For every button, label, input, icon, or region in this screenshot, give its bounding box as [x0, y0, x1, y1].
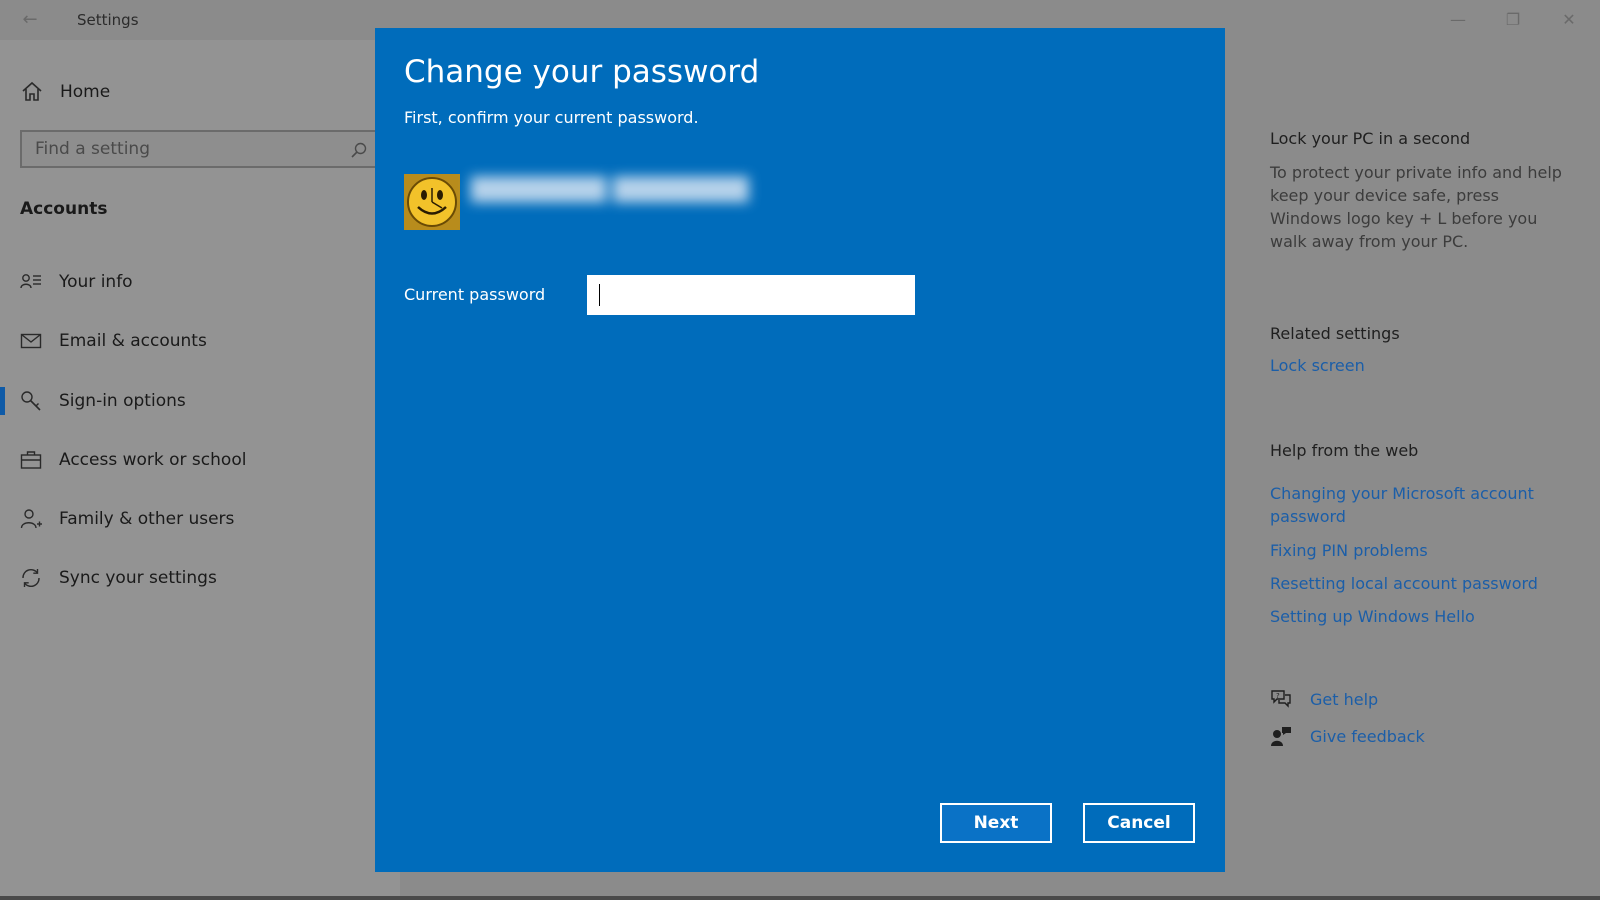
give-feedback-label: Give feedback	[1310, 726, 1425, 746]
help-heading: Help from the web	[1270, 441, 1419, 460]
current-password-label: Current password	[404, 285, 546, 304]
home-icon	[22, 81, 42, 101]
change-password-dialog: Change your password First, confirm your…	[375, 28, 1225, 872]
back-button[interactable]: ←	[14, 8, 46, 32]
sync-icon	[22, 568, 40, 588]
section-title: Accounts	[20, 199, 108, 219]
smiley-avatar-icon	[404, 174, 460, 230]
sidebar-item-label: Sync your settings	[59, 568, 217, 588]
app-title: Settings	[77, 11, 139, 29]
lock-description: To protect your private info and help ke…	[1270, 163, 1562, 251]
person-add-icon	[20, 509, 42, 529]
avatar	[404, 174, 460, 230]
sidebar-item-label: Email & accounts	[59, 331, 207, 351]
feedback-icon	[1271, 727, 1291, 746]
home-nav-item[interactable]: Home	[20, 78, 110, 106]
svg-text:?: ?	[1276, 692, 1280, 700]
help-link-reset-local-password[interactable]: Resetting local account password	[1270, 572, 1560, 595]
sidebar-item-sign-in-options[interactable]: Sign-in options	[0, 381, 400, 421]
lock-heading: Lock your PC in a second	[1270, 129, 1471, 148]
bottom-edge	[0, 896, 1600, 900]
account-name-blurred: ████████ ████████	[471, 178, 749, 203]
help-link-change-ms-password[interactable]: Changing your Microsoft account password	[1270, 482, 1560, 528]
search-input[interactable]: Find a setting	[20, 130, 380, 168]
search-icon[interactable]	[350, 141, 368, 159]
briefcase-icon	[20, 451, 42, 469]
sidebar-item-your-info[interactable]: Your info	[0, 262, 400, 302]
search-placeholder: Find a setting	[35, 139, 150, 159]
dialog-subtitle: First, confirm your current password.	[404, 108, 699, 127]
sidebar-item-family-other-users[interactable]: Family & other users	[0, 499, 400, 539]
key-icon	[21, 391, 41, 411]
sidebar-item-access-work-school[interactable]: Access work or school	[0, 440, 400, 480]
lock-screen-link[interactable]: Lock screen	[1270, 354, 1560, 377]
chat-help-icon: ?	[1271, 690, 1291, 708]
sidebar-item-label: Your info	[59, 272, 133, 292]
text-caret	[599, 284, 600, 306]
minimize-button[interactable]: —	[1435, 6, 1481, 34]
mail-icon	[20, 333, 42, 349]
dialog-title: Change your password	[404, 54, 760, 90]
cancel-button[interactable]: Cancel	[1083, 803, 1195, 843]
your-info-icon	[20, 274, 41, 289]
restore-button[interactable]: ❐	[1490, 6, 1536, 34]
settings-window: ← Settings — ❐ ✕ Home Find a setting Acc…	[0, 0, 1600, 900]
get-help-label: Get help	[1310, 689, 1379, 709]
close-button[interactable]: ✕	[1546, 6, 1592, 34]
help-link-fixing-pin[interactable]: Fixing PIN problems	[1270, 539, 1560, 562]
home-label: Home	[60, 82, 111, 102]
sidebar-item-label: Family & other users	[59, 509, 235, 529]
next-button[interactable]: Next	[940, 803, 1052, 843]
help-link-windows-hello[interactable]: Setting up Windows Hello	[1270, 605, 1560, 628]
sidebar-item-label: Access work or school	[59, 450, 247, 470]
sidebar-item-label: Sign-in options	[59, 391, 186, 411]
get-help-link[interactable]: ? Get help	[1270, 688, 1378, 710]
related-settings-heading: Related settings	[1270, 324, 1400, 343]
give-feedback-link[interactable]: Give feedback	[1270, 725, 1425, 747]
sidebar-item-email-accounts[interactable]: Email & accounts	[0, 321, 400, 361]
sidebar-item-sync-settings[interactable]: Sync your settings	[0, 558, 400, 598]
current-password-input[interactable]	[587, 275, 915, 315]
